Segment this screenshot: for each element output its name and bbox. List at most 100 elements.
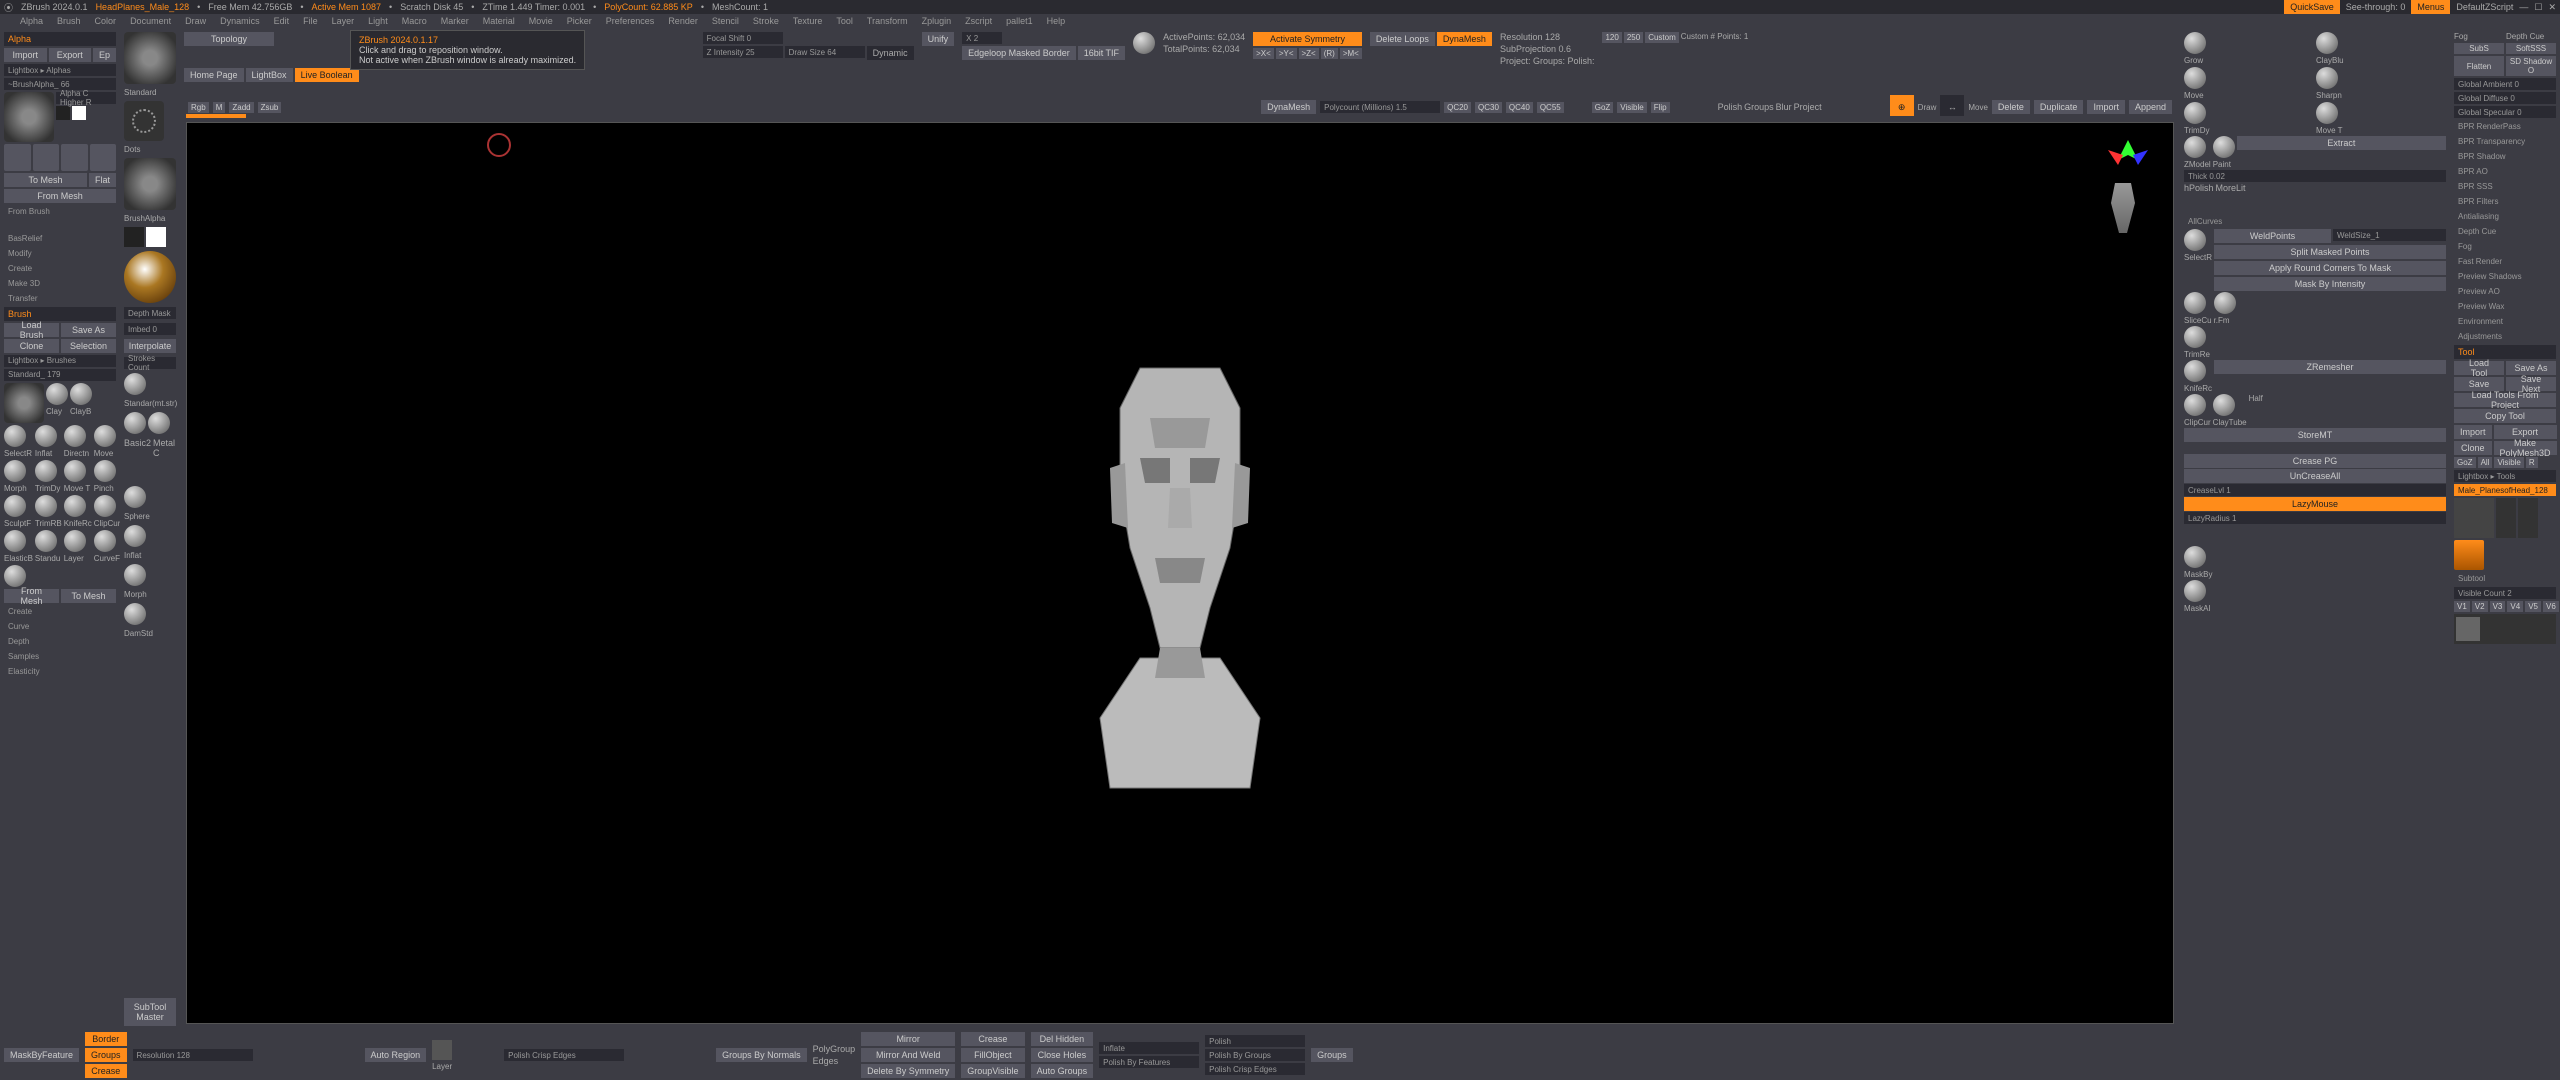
v6-button[interactable]: V6	[2543, 601, 2559, 612]
menu-texture[interactable]: Texture	[793, 16, 823, 26]
brush-clay[interactable]	[46, 383, 68, 405]
alpha-header[interactable]: Alpha	[4, 32, 116, 46]
color-swatch-black[interactable]	[56, 106, 70, 120]
subtool-header[interactable]: Subtool	[2454, 572, 2556, 585]
subtool-master-button[interactable]: SubTool Master	[124, 998, 176, 1026]
qc40-button[interactable]: QC40	[1506, 102, 1533, 113]
axis-widget[interactable]	[2103, 135, 2153, 185]
r-clipcur[interactable]	[2184, 394, 2206, 416]
menu-stroke[interactable]: Stroke	[753, 16, 779, 26]
brush-inflat[interactable]	[35, 425, 57, 447]
brush-sculptf[interactable]	[4, 495, 26, 517]
qc30-button[interactable]: QC30	[1475, 102, 1502, 113]
seethrough-slider[interactable]: See-through: 0	[2346, 2, 2406, 12]
menu-material[interactable]: Material	[483, 16, 515, 26]
tif16-button[interactable]: 16bit TIF	[1078, 46, 1125, 60]
default-script[interactable]: DefaultZScript	[2456, 2, 2513, 12]
dynamesh2-button[interactable]: DynaMesh	[1261, 100, 1316, 114]
v5-button[interactable]: V5	[2525, 601, 2541, 612]
polishfeat-slider[interactable]: Polish By Features	[1099, 1056, 1199, 1068]
creaselvl-slider[interactable]: CreaseLvl 1	[2184, 484, 2446, 496]
loadtool-button[interactable]: Load Tool	[2454, 361, 2504, 375]
fillobject-button[interactable]: FillObject	[961, 1048, 1024, 1062]
unify-button[interactable]: Unify	[922, 32, 955, 46]
copytool-button[interactable]: Copy Tool	[2454, 409, 2556, 423]
lightbox-button[interactable]: LightBox	[246, 68, 293, 82]
liveboolean-button[interactable]: Live Boolean	[295, 68, 359, 82]
tool-thumb-1[interactable]	[2454, 498, 2494, 538]
goz2-button[interactable]: GoZ	[2454, 457, 2476, 468]
save-button[interactable]: Save	[2454, 377, 2504, 391]
creasepg-button[interactable]: Crease PG	[2184, 454, 2446, 468]
sdshadow-button[interactable]: SD Shadow O	[2506, 56, 2556, 76]
custom-button[interactable]: Custom	[1645, 32, 1679, 43]
depthcue2-item[interactable]: Depth Cue	[2454, 225, 2556, 238]
simple-brush-icon[interactable]	[2454, 540, 2484, 570]
brush-header[interactable]: Brush	[4, 307, 116, 321]
subtool-list[interactable]	[2454, 614, 2556, 644]
r-maskall[interactable]	[2184, 580, 2206, 602]
alpha-grid-4[interactable]	[90, 144, 117, 171]
msym-button[interactable]: >M<	[1340, 48, 1362, 59]
menu-macro[interactable]: Macro	[402, 16, 427, 26]
prevshadows-item[interactable]: Preview Shadows	[2454, 270, 2556, 283]
zintensity-slider[interactable]: Z Intensity 25	[703, 46, 783, 58]
menu-alpha[interactable]: Alpha	[20, 16, 43, 26]
menu-document[interactable]: Document	[130, 16, 171, 26]
edgeloop-button[interactable]: Edgeloop Masked Border	[962, 46, 1076, 60]
strip-dots[interactable]	[124, 101, 164, 141]
clone2-button[interactable]: Clone	[2454, 441, 2492, 455]
n120-button[interactable]: 120	[1602, 32, 1621, 43]
extract-button[interactable]: Extract	[2237, 136, 2446, 150]
rgb-button[interactable]: Rgb	[188, 102, 209, 113]
maskfeature-button[interactable]: MaskByFeature	[4, 1048, 79, 1062]
menu-zplugin[interactable]: Zplugin	[922, 16, 952, 26]
m-button[interactable]: M	[213, 102, 226, 113]
autogroups-button[interactable]: Auto Groups	[1031, 1064, 1094, 1078]
menu-movie[interactable]: Movie	[529, 16, 553, 26]
strip-brushalpha[interactable]	[124, 158, 176, 210]
brush-pinch[interactable]	[94, 460, 116, 482]
alpha-grid-3[interactable]	[61, 144, 88, 171]
delsym-button[interactable]: Delete By Symmetry	[861, 1064, 955, 1078]
xsym-button[interactable]: >X<	[1253, 48, 1274, 59]
subs-button[interactable]: SubS	[2454, 43, 2504, 54]
softsss-button[interactable]: SoftSSS	[2506, 43, 2556, 54]
saveas-button[interactable]: Save As	[61, 323, 116, 337]
zremesher-button[interactable]: ZRemesher	[2214, 360, 2446, 374]
menu-edit[interactable]: Edit	[274, 16, 290, 26]
menu-dynamics[interactable]: Dynamics	[220, 16, 260, 26]
bprshadow-item[interactable]: BPR Shadow	[2454, 150, 2556, 163]
r-kniferc[interactable]	[2184, 360, 2206, 382]
resolution2-slider[interactable]: Resolution 128	[133, 1049, 253, 1061]
goz-button[interactable]: GoZ	[1592, 102, 1614, 113]
import-button[interactable]: Import	[4, 48, 47, 62]
groups2-button[interactable]: Groups	[1311, 1048, 1353, 1062]
brush-elasticb[interactable]	[4, 530, 26, 552]
r-maskby[interactable]	[2184, 546, 2206, 568]
crease-button[interactable]: Crease	[85, 1064, 127, 1078]
bprsss-item[interactable]: BPR SSS	[2454, 180, 2556, 193]
qc55-button[interactable]: QC55	[1537, 102, 1564, 113]
duplicate-button[interactable]: Duplicate	[2034, 100, 2084, 114]
brush-selectr[interactable]	[4, 425, 26, 447]
import2-button[interactable]: Import	[2087, 100, 2125, 114]
weldsize-slider[interactable]: WeldSize_1	[2333, 229, 2446, 241]
focal-shift-slider[interactable]: Focal Shift 0	[703, 32, 783, 44]
fastrender-item[interactable]: Fast Render	[2454, 255, 2556, 268]
ep-button[interactable]: Ep	[93, 48, 116, 62]
export-button[interactable]: Export	[49, 48, 92, 62]
camera-thumbnail[interactable]	[2103, 183, 2143, 233]
r-sharpn[interactable]	[2316, 67, 2338, 89]
polishcrisp2-slider[interactable]: Polish Crisp Edges	[1205, 1063, 1305, 1075]
frommesh2-button[interactable]: From Mesh	[4, 589, 59, 603]
polishcrisp-slider[interactable]: Polish Crisp Edges	[504, 1049, 624, 1061]
strip-sphere[interactable]	[124, 486, 146, 508]
border-button[interactable]: Border	[85, 1032, 127, 1046]
flat-button[interactable]: Flat	[89, 173, 116, 187]
fog2-item[interactable]: Fog	[2454, 240, 2556, 253]
bprpass-item[interactable]: BPR RenderPass	[2454, 120, 2556, 133]
savenext-button[interactable]: Save Next	[2506, 377, 2556, 391]
alpha-grid-2[interactable]	[33, 144, 60, 171]
strip-black[interactable]	[124, 227, 144, 247]
